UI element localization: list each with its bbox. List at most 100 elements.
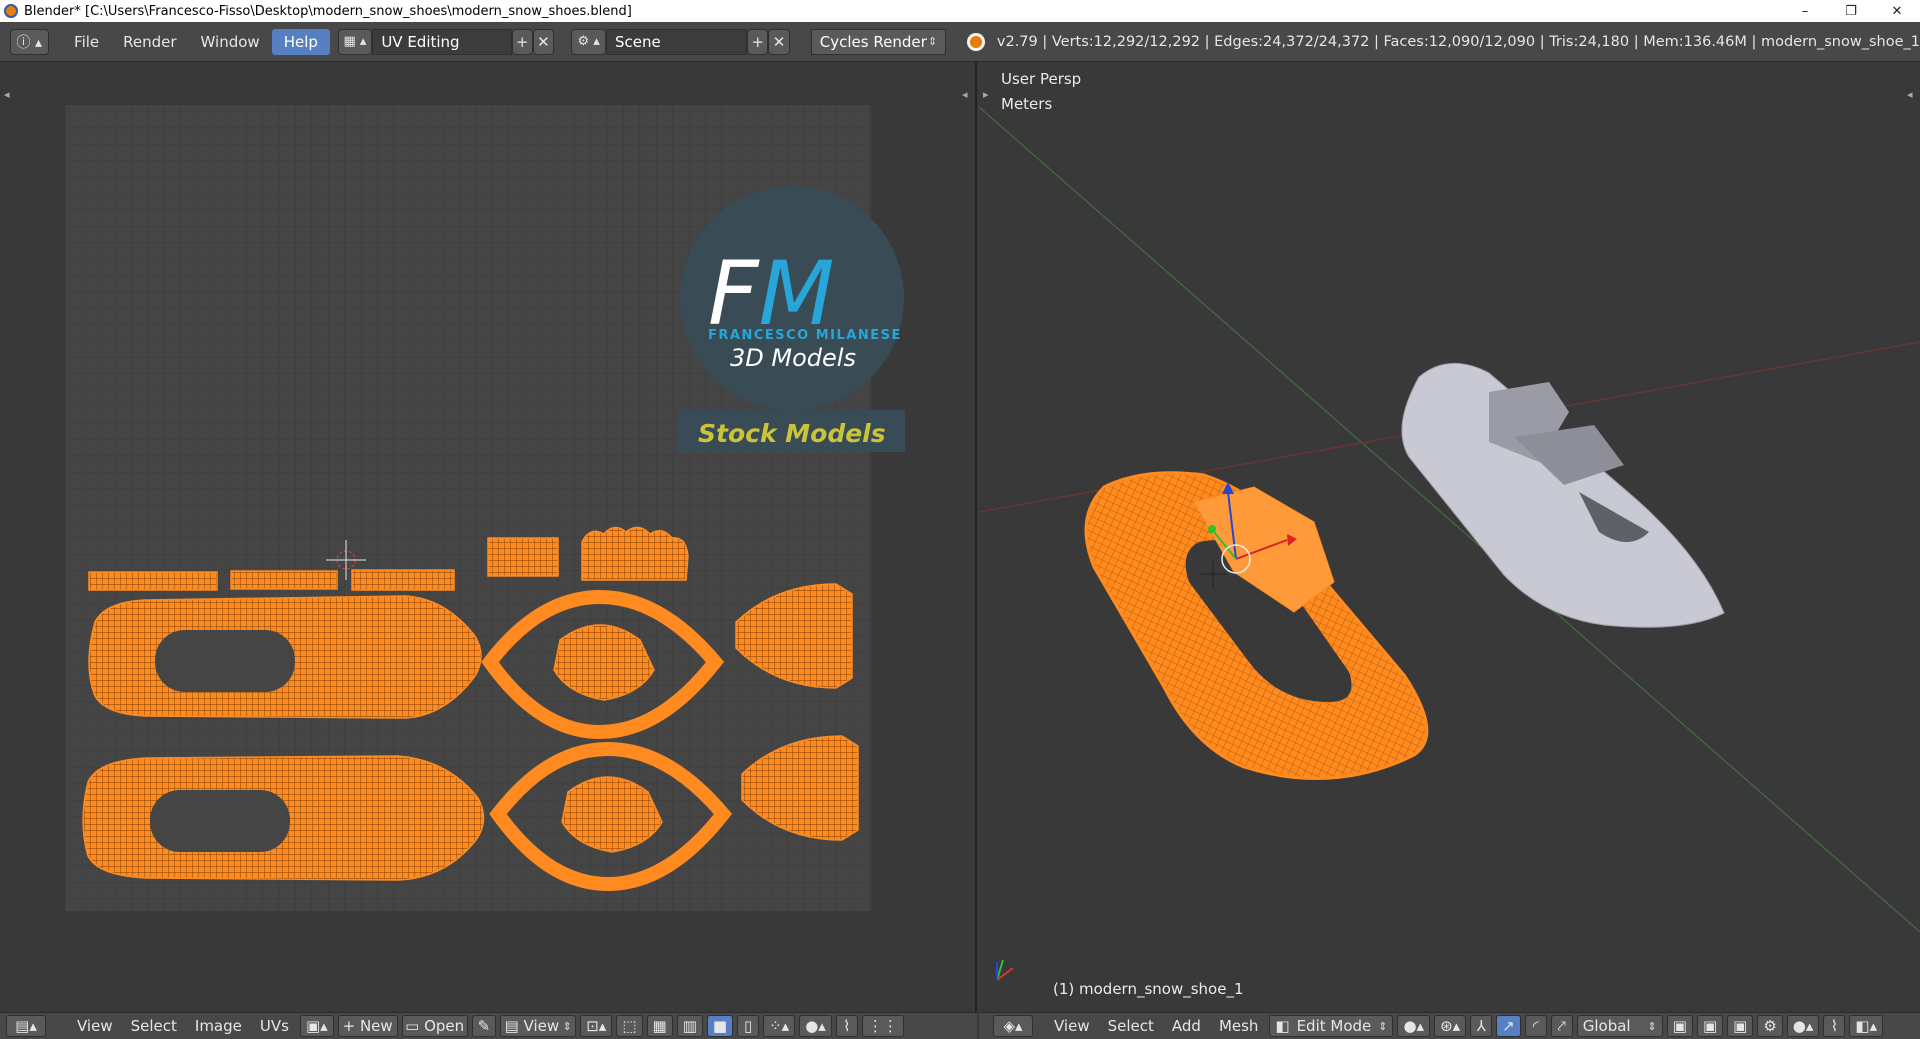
minimize-button[interactable]: – [1782, 0, 1828, 22]
image-browse-icon: ▣▴ [305, 1017, 328, 1035]
add-icon: + [751, 32, 765, 51]
orientation-label: Global [1582, 1017, 1631, 1035]
pivot-point-button[interactable]: ⊛▴ [1434, 1015, 1467, 1037]
pin-button[interactable]: ✎ [471, 1015, 497, 1037]
viewport-shading-button[interactable]: ●▴ [1397, 1015, 1431, 1037]
proportional-edit-button[interactable]: ●▴ [1786, 1015, 1820, 1037]
scene-icon: ⚙ ▴ [577, 34, 600, 49]
view-name-label: User Persp [1001, 70, 1082, 88]
pin-icon: ✎ [477, 1017, 491, 1035]
select-face-button[interactable]: ■ [706, 1015, 734, 1037]
editor-type-image-button[interactable]: ▤▴ [6, 1015, 46, 1037]
transform-orientation-select[interactable]: Global ⇕ [1576, 1015, 1663, 1037]
vp-menu-add[interactable]: Add [1163, 1014, 1210, 1038]
editor-type-info-button[interactable]: ⓘ ▴ [10, 28, 49, 55]
new-image-label: New [359, 1017, 393, 1035]
scene-button[interactable]: ⚙ ▴ [571, 28, 607, 55]
snap-element-button[interactable]: ◧▴ [1849, 1015, 1884, 1037]
new-image-button[interactable]: + New [337, 1015, 398, 1037]
select-edge-button[interactable]: ▥ [676, 1015, 703, 1037]
uv-menu-image[interactable]: Image [186, 1014, 251, 1038]
vp-menu-mesh[interactable]: Mesh [1210, 1014, 1268, 1038]
blender-logo-icon [967, 32, 985, 51]
region-toggle-icon[interactable]: ◂ [4, 88, 10, 101]
snap-element-icon: ◧▴ [1855, 1017, 1878, 1035]
maximize-button[interactable]: ❐ [1828, 0, 1874, 22]
snap-button[interactable]: ⌇ [835, 1015, 858, 1037]
editor-type-3d-button[interactable]: ◈▴ [993, 1015, 1033, 1037]
uv-menu-select[interactable]: Select [122, 1014, 186, 1038]
menu-file[interactable]: File [62, 29, 111, 55]
uv-image-editor[interactable]: FM FRANCESCO MILANESE 3D Models Stock Mo… [0, 62, 977, 1012]
menu-help[interactable]: Help [271, 28, 330, 55]
delete-screen-button[interactable]: ✕ [532, 28, 554, 55]
snowshoe-mesh-white [1401, 362, 1725, 628]
manipulator-toggle[interactable]: ⅄ [1470, 1015, 1493, 1037]
viewport-canvas[interactable]: ▸ ◂ [978, 62, 1920, 1012]
interaction-mode-select[interactable]: ◧ Edit Mode ⇕ [1269, 1015, 1394, 1037]
vp-menu-select[interactable]: Select [1099, 1014, 1163, 1038]
uv-hole [155, 630, 295, 692]
image-browse-button[interactable]: ▣▴ [299, 1015, 334, 1037]
blender-app-icon [4, 4, 18, 18]
chevron-updown-icon: ⇕ [1647, 1019, 1657, 1033]
layer-button[interactable]: ▣ [1666, 1015, 1693, 1037]
arrow-icon: ↗ [1502, 1017, 1515, 1035]
add-scene-button[interactable]: + [747, 28, 769, 55]
screen-layout-field[interactable]: UV Editing [372, 28, 512, 55]
add-screen-button[interactable]: + [511, 28, 533, 55]
cube-icon: ▣ [1733, 1017, 1748, 1035]
screen-layout-icon: ▦ ▴ [343, 34, 367, 49]
sync-selection-button[interactable]: ⬚ [616, 1015, 643, 1037]
uv-menu-view[interactable]: View [68, 1014, 122, 1038]
proportional-icon: ●▴ [1792, 1017, 1814, 1035]
snap-button[interactable]: ⌇ [1823, 1015, 1846, 1037]
render-preview-button[interactable]: ⚙ [1757, 1015, 1783, 1037]
rotate-manipulator[interactable]: ◜ [1524, 1015, 1547, 1037]
window-title-bar: Blender* [C:\Users\Francesco-Fisso\Deskt… [0, 0, 1920, 22]
view-mode-icon: ▤ [504, 1017, 524, 1035]
face-select-icon: ■ [712, 1017, 728, 1035]
sphere-shading-icon: ●▴ [1403, 1017, 1425, 1035]
open-image-button[interactable]: ▭ Open [401, 1015, 468, 1037]
region-toggle-icon[interactable]: ◂ [1907, 88, 1913, 101]
close-icon: ✕ [772, 32, 786, 51]
close-window-button[interactable]: ✕ [1874, 0, 1920, 22]
screen-layout-button[interactable]: ▦ ▴ [337, 28, 373, 55]
cube-icon: ▣ [1672, 1017, 1687, 1035]
select-vertex-button[interactable]: ▦ [646, 1015, 673, 1037]
axis-gizmo [996, 959, 1014, 981]
proportional-edit-button[interactable]: ●▴ [799, 1015, 832, 1037]
info-editor-icon: ⓘ ▴ [16, 34, 43, 51]
view-mode-label: View [523, 1017, 560, 1035]
select-island-button[interactable]: ▯ [737, 1015, 760, 1037]
camera-icon: ⚙ [1763, 1017, 1777, 1035]
menu-window[interactable]: Window [189, 29, 272, 55]
manipulator-icon: ⅄ [1476, 1017, 1486, 1035]
image-editor-icon: ▤▴ [15, 1017, 37, 1035]
snowshoe-mesh-selected[interactable] [1084, 471, 1429, 781]
render-engine-select[interactable]: Cycles Render ⇕ [810, 28, 947, 55]
cursor-icon: ⬚ [622, 1017, 637, 1035]
vp-menu-view[interactable]: View [1045, 1014, 1099, 1038]
rotate-icon: ◜ [1532, 1017, 1539, 1035]
scale-manipulator[interactable]: ⤤ [1550, 1015, 1573, 1037]
view-mode-select[interactable]: ▤ View ⇕ [500, 1015, 577, 1037]
uv-canvas[interactable]: FM FRANCESCO MILANESE 3D Models Stock Mo… [0, 62, 977, 1012]
translate-manipulator[interactable]: ↗ [1496, 1015, 1521, 1037]
add-icon: + [515, 32, 529, 51]
3d-view-header: ◈▴ View Select Add Mesh ◧ Edit Mode ⇕ ●▴ ⊛… [979, 1012, 1920, 1039]
render-engine-label: Cycles Render [819, 32, 927, 51]
menu-render[interactable]: Render [111, 29, 188, 55]
layer-button[interactable]: ▣ [1727, 1015, 1754, 1037]
scene-field[interactable]: Scene [606, 28, 748, 55]
snap-element-button[interactable]: ⋮⋮ [861, 1015, 904, 1037]
pivot-button[interactable]: ⊡▴ [580, 1015, 613, 1037]
layer-button[interactable]: ▣ [1696, 1015, 1724, 1037]
3d-viewport[interactable]: ▸ ◂ User Persp Meters (1) modern_snow_sh… [978, 62, 1920, 1012]
uv-menu-uvs[interactable]: UVs [251, 1014, 298, 1038]
region-toggle-icon[interactable]: ▸ [983, 88, 989, 101]
delete-scene-button[interactable]: ✕ [768, 28, 790, 55]
sticky-mode-button[interactable]: ⁘▴ [763, 1015, 796, 1037]
region-toggle-icon[interactable]: ◂ [962, 88, 968, 101]
